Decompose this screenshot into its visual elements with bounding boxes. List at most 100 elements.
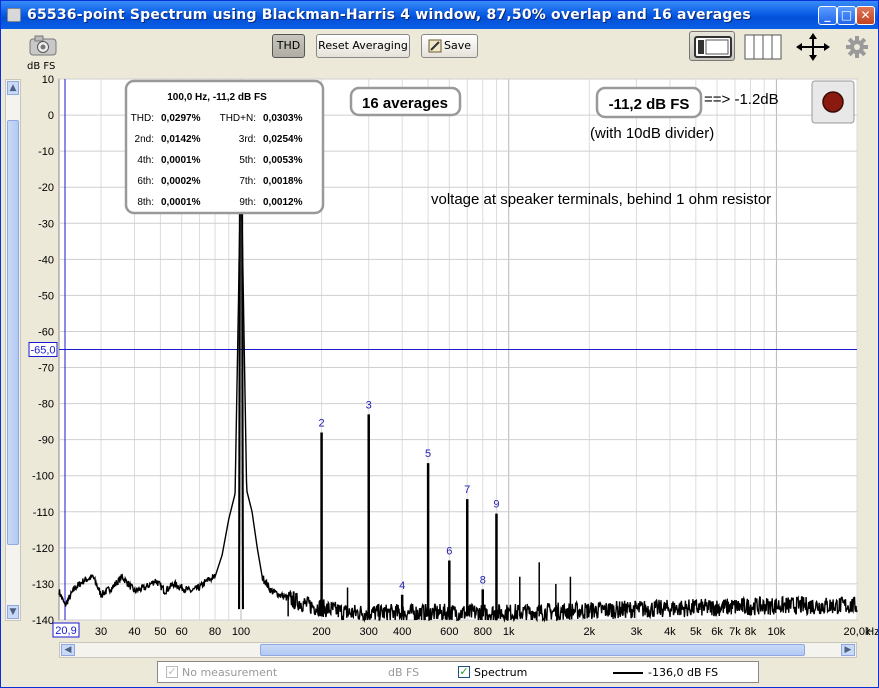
camera-icon[interactable] — [27, 33, 59, 57]
monitor-icon — [694, 36, 732, 58]
x-tick-label: 7k — [729, 626, 741, 638]
x-tick-label: 300 — [360, 626, 378, 638]
x-tick-label: 100 — [232, 626, 250, 638]
minimize-icon: _ — [824, 8, 831, 22]
maximize-button[interactable]: □ — [837, 6, 856, 25]
thd-row-label: 5th: — [239, 155, 256, 166]
harmonic-label: 8 — [480, 574, 486, 586]
harmonic-label: 9 — [493, 499, 499, 511]
thd-row-value: 0,0053% — [263, 155, 303, 166]
thd-row-label: 4th: — [137, 155, 154, 166]
x-tick-label: 600 — [440, 626, 458, 638]
y-tick-label: -90 — [38, 435, 54, 447]
java-icon — [7, 8, 21, 22]
x-tick-label: 3k — [631, 626, 643, 638]
y-tick-label: -10 — [38, 146, 54, 158]
y-tick-label: -130 — [32, 579, 54, 591]
y-tick-label: -100 — [32, 471, 54, 483]
harmonic-label: 7 — [464, 484, 470, 496]
thd-row-value: 0,0297% — [161, 113, 201, 124]
x-tick-label: 2k — [583, 626, 595, 638]
minimize-button[interactable]: _ — [818, 6, 837, 25]
y-tick-label: 0 — [48, 110, 54, 122]
thd-row-label: 7th: — [239, 176, 256, 187]
thd-row-label: THD: — [131, 113, 154, 124]
y-tick-label: -40 — [38, 254, 54, 266]
x-tick-label: 60 — [175, 626, 187, 638]
averages-label: 16 averages — [362, 95, 448, 112]
y-tick-label: -30 — [38, 218, 54, 230]
spectrum-value: -136,0 dB FS — [648, 666, 719, 679]
close-button[interactable]: ✕ — [856, 6, 875, 25]
spectrum-line-swatch — [613, 672, 643, 674]
x-tick-label: 200 — [312, 626, 330, 638]
thd-row-value: 0,0254% — [263, 134, 303, 145]
gear-icon[interactable] — [845, 35, 869, 59]
horizontal-scrollbar[interactable]: ◀ ▶ — [59, 642, 857, 658]
x-tick-label: 4k — [664, 626, 676, 638]
x-tick-label: 5k — [690, 626, 702, 638]
y-tick-label: -110 — [33, 507, 54, 519]
y-tick-label: -20 — [38, 182, 54, 194]
x-tick-label: 30 — [95, 626, 107, 638]
spectrum-plot[interactable]: 100-10-20-30-40-50-60-70-80-90-100-110-1… — [1, 67, 878, 643]
thd-row-value: 0,0142% — [161, 134, 201, 145]
save-icon — [428, 39, 442, 53]
x-tick-label: 400 — [393, 626, 411, 638]
spectrum-label: Spectrum — [474, 666, 528, 679]
toolbar: THD Reset Averaging Save — [1, 29, 878, 67]
x-start-label: 20,9 — [55, 625, 76, 637]
harmonic-label: 6 — [446, 545, 452, 557]
grid-columns-icon[interactable] — [744, 34, 782, 60]
scroll-left-icon[interactable]: ◀ — [61, 644, 75, 656]
spectrum-checkbox[interactable]: ✓ — [458, 666, 470, 678]
title-bar[interactable]: 65536-point Spectrum using Blackman-Harr… — [1, 1, 878, 29]
arrow-annotation: ==> -1.2dB — [704, 91, 779, 108]
y-tick-label: -80 — [38, 399, 54, 411]
maximize-icon: □ — [840, 8, 853, 22]
thd-row-value: 0,0002% — [161, 176, 201, 187]
thd-row-value: 0,0001% — [161, 197, 201, 208]
save-button-label: Save — [443, 39, 471, 52]
save-button[interactable]: Save — [421, 34, 478, 58]
record-icon — [822, 91, 844, 113]
no-measurement-checkbox[interactable]: ✓ — [166, 666, 178, 678]
x-tick-label: 40 — [128, 626, 140, 638]
reset-averaging-button[interactable]: Reset Averaging — [316, 34, 410, 58]
x-tick-label: 10k — [768, 626, 786, 638]
thd-row-label: 6th: — [137, 176, 154, 187]
thd-row-value: 0,0018% — [263, 176, 303, 187]
y-tick-label: 10 — [42, 74, 54, 86]
y-tick-label: -70 — [38, 363, 54, 375]
divider-annotation: (with 10dB divider) — [590, 125, 714, 142]
marker-label: -65,0 — [30, 345, 55, 357]
legend-unit: dB FS — [388, 666, 420, 679]
app-window: 65536-point Spectrum using Blackman-Harr… — [0, 0, 879, 688]
harmonic-label: 2 — [319, 417, 325, 429]
x-unit-label: Hz — [866, 626, 878, 638]
x-tick-label: 8k — [745, 626, 757, 638]
x-tick-label: 800 — [474, 626, 492, 638]
x-tick-label: 80 — [209, 626, 221, 638]
thd-row-label: 2nd: — [135, 134, 154, 145]
y-tick-label: -60 — [38, 326, 54, 338]
thd-row-value: 0,0012% — [263, 197, 303, 208]
horizontal-scroll-thumb[interactable] — [260, 644, 805, 656]
x-tick-label: 50 — [154, 626, 166, 638]
no-measurement-label: No measurement — [182, 666, 278, 679]
legend-bar: ✓ No measurement dB FS ✓ Spectrum -136,0… — [157, 661, 759, 683]
thd-row-label: 8th: — [137, 197, 154, 208]
harmonic-label: 3 — [366, 399, 372, 411]
fundamental-peak — [238, 155, 242, 610]
fit-axes-icon[interactable] — [795, 33, 831, 61]
scroll-right-icon[interactable]: ▶ — [841, 644, 855, 656]
thd-row-label: THD+N: — [220, 113, 256, 124]
thd-row-value: 0,0303% — [263, 113, 303, 124]
thd-button[interactable]: THD — [272, 34, 305, 58]
layout-toggle-button[interactable] — [689, 31, 735, 61]
harmonic-label: 5 — [425, 448, 431, 460]
window-title: 65536-point Spectrum using Blackman-Harr… — [27, 7, 751, 23]
fundamental-peak — [241, 155, 245, 610]
level-label: -11,2 dB FS — [609, 96, 690, 113]
x-tick-label: 1k — [503, 626, 515, 638]
